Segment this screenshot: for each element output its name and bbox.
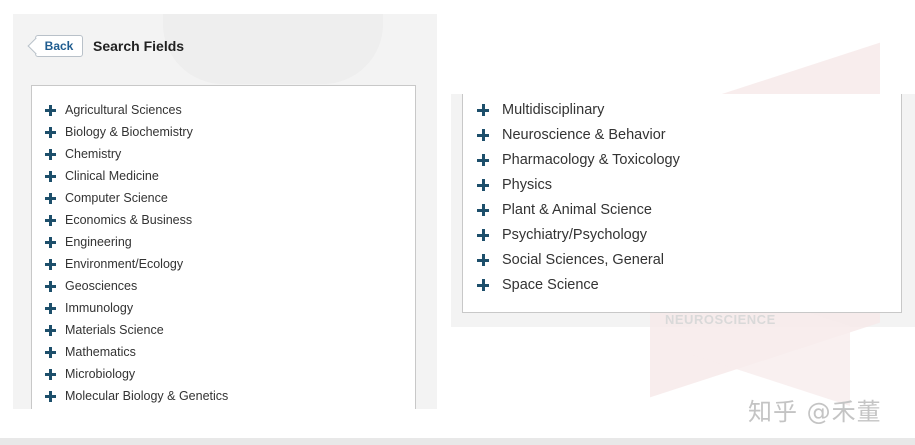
- field-item[interactable]: Multidisciplinary: [477, 99, 604, 121]
- field-item-label: Clinical Medicine: [65, 169, 159, 183]
- field-item-label: Microbiology: [65, 367, 136, 381]
- field-item[interactable]: Psychiatry/Psychology: [477, 224, 647, 246]
- field-item[interactable]: Immunology: [45, 298, 133, 318]
- field-item-label: Agricultural Sciences: [65, 103, 182, 117]
- field-item-label: Plant & Animal Science: [502, 202, 652, 218]
- plus-icon[interactable]: [45, 302, 56, 314]
- field-item[interactable]: Geosciences: [45, 276, 137, 296]
- plus-icon[interactable]: [45, 214, 56, 226]
- panel-title: Search Fields: [93, 38, 185, 54]
- field-item-label: Geosciences: [65, 279, 138, 293]
- field-item[interactable]: Agricultural Sciences: [45, 100, 182, 120]
- plus-icon[interactable]: [477, 229, 489, 241]
- plus-icon[interactable]: [477, 154, 489, 166]
- plus-icon[interactable]: [477, 279, 489, 291]
- field-item-label: Engineering: [65, 235, 132, 249]
- field-item[interactable]: Economics & Business: [45, 210, 192, 230]
- field-item[interactable]: Mathematics: [45, 342, 136, 362]
- plus-icon[interactable]: [477, 254, 489, 266]
- field-item[interactable]: Biology & Biochemistry: [45, 122, 193, 142]
- field-item[interactable]: Clinical Medicine: [45, 166, 159, 186]
- field-item[interactable]: Chemistry: [45, 144, 121, 164]
- plus-icon[interactable]: [477, 104, 489, 116]
- plus-icon[interactable]: [477, 129, 489, 141]
- field-item-label: Psychiatry/Psychology: [502, 227, 648, 243]
- plus-icon[interactable]: [45, 148, 56, 160]
- field-item-label: Multidisciplinary: [502, 102, 605, 118]
- plus-icon[interactable]: [45, 170, 56, 182]
- field-item-label: Physics: [502, 177, 552, 193]
- field-item-label: Computer Science: [65, 191, 168, 205]
- field-item-label: Pharmacology & Toxicology: [502, 152, 680, 168]
- field-list: Agricultural Sciences Biology & Biochemi…: [31, 85, 416, 409]
- field-item-label: Social Sciences, General: [502, 252, 664, 268]
- plus-icon[interactable]: [45, 324, 56, 336]
- back-button[interactable]: Back: [35, 35, 83, 57]
- field-item[interactable]: Social Sciences, General: [477, 249, 664, 271]
- background-text: NEUROSCIENCE: [665, 312, 776, 327]
- field-item-label: Mathematics: [65, 345, 136, 359]
- field-item-label: Molecular Biology & Genetics: [65, 389, 229, 403]
- plus-icon[interactable]: [45, 390, 56, 402]
- field-item-label: Neuroscience & Behavior: [502, 127, 666, 143]
- field-item[interactable]: Environment/Ecology: [45, 254, 183, 274]
- field-item-label: Materials Science: [65, 323, 164, 337]
- watermark: 知乎 @禾董: [748, 398, 882, 426]
- background-shape: [163, 14, 383, 84]
- plus-icon[interactable]: [45, 126, 56, 138]
- field-item-label: Chemistry: [65, 147, 122, 161]
- field-list-continued: Multidisciplinary Neuroscience & Behavio…: [462, 94, 902, 313]
- plus-icon[interactable]: [45, 236, 56, 248]
- plus-icon[interactable]: [477, 204, 489, 216]
- field-item-label: Space Science: [502, 277, 599, 293]
- plus-icon[interactable]: [45, 258, 56, 270]
- plus-icon[interactable]: [45, 346, 56, 358]
- field-item[interactable]: Physics: [477, 174, 552, 196]
- field-item[interactable]: Microbiology: [45, 364, 135, 384]
- plus-icon[interactable]: [477, 179, 489, 191]
- field-item[interactable]: Engineering: [45, 232, 132, 252]
- field-item-label: Economics & Business: [65, 213, 193, 227]
- field-item-label: Immunology: [65, 301, 134, 315]
- field-item[interactable]: Materials Science: [45, 320, 164, 340]
- back-button-label: Back: [44, 39, 74, 53]
- field-item[interactable]: Neuroscience & Behavior: [477, 124, 666, 146]
- plus-icon[interactable]: [45, 280, 56, 292]
- plus-icon[interactable]: [45, 104, 56, 116]
- field-item[interactable]: Molecular Biology & Genetics: [45, 386, 228, 406]
- bottom-band: [0, 438, 915, 445]
- field-item[interactable]: Computer Science: [45, 188, 168, 208]
- plus-icon[interactable]: [45, 368, 56, 380]
- field-item[interactable]: Space Science: [477, 274, 599, 296]
- field-item-label: Biology & Biochemistry: [65, 125, 193, 139]
- search-fields-panel: Back Search Fields Agricultural Sciences…: [13, 14, 437, 409]
- plus-icon[interactable]: [45, 192, 56, 204]
- field-item-label: Environment/Ecology: [65, 257, 184, 271]
- field-item[interactable]: Plant & Animal Science: [477, 199, 652, 221]
- field-item[interactable]: Pharmacology & Toxicology: [477, 149, 680, 171]
